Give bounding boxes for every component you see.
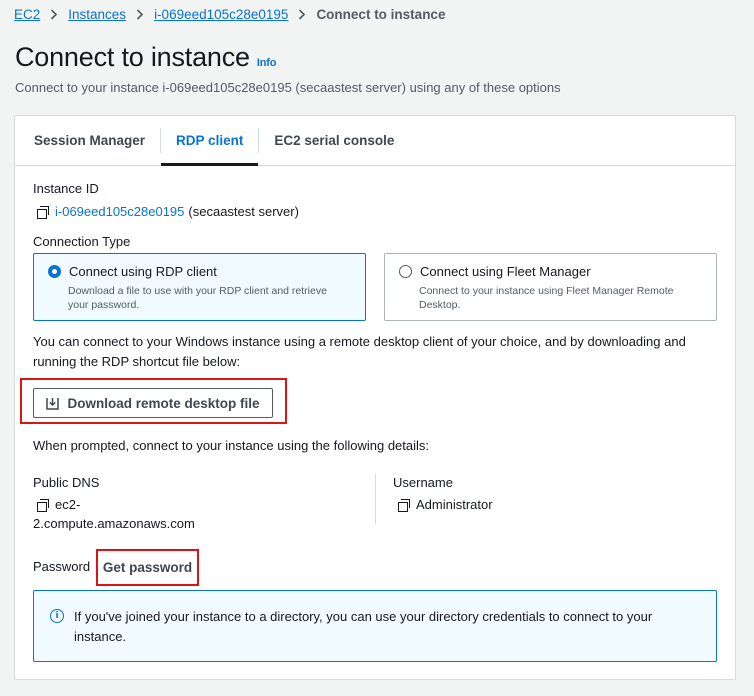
tile-fleet-desc: Connect to your instance using Fleet Man…: [419, 284, 702, 312]
download-remote-desktop-file-button[interactable]: Download remote desktop file: [33, 388, 273, 418]
username-value: Administrator: [398, 497, 493, 512]
instance-id-value: i-069eed105c28e0195 (secaastest server): [37, 204, 299, 219]
tab-rdp-client[interactable]: RDP client: [161, 116, 259, 166]
tab-bar: Session Manager RDP client EC2 serial co…: [15, 116, 735, 166]
page-title: Connect to instance Info: [15, 42, 276, 73]
password-label: Password: [33, 559, 91, 574]
page-subtitle: Connect to your instance i-069eed105c28e…: [15, 80, 561, 95]
instance-id-label: Instance ID: [33, 181, 99, 196]
radio-fleet-manager[interactable]: [399, 265, 412, 278]
radio-rdp-client[interactable]: [48, 265, 61, 278]
tile-rdp-desc-line1: Download a file to use with your RDP cli…: [68, 285, 327, 297]
public-dns-line2: 2.compute.amazonaws.com: [33, 516, 195, 531]
rdp-instructions-line1: You can connect to your Windows instance…: [33, 334, 686, 349]
download-button-label: Download remote desktop file: [67, 395, 260, 411]
public-dns-label: Public DNS: [33, 475, 100, 490]
tile-rdp-client[interactable]: Connect using RDP client Download a file…: [33, 253, 366, 321]
prompted-text: When prompted, connect to your instance …: [33, 438, 430, 453]
copy-icon[interactable]: [398, 498, 410, 512]
rdp-instructions-line2: running the RDP shortcut file below:: [33, 354, 241, 369]
page-title-text: Connect to instance: [15, 42, 250, 72]
breadcrumb: EC2 Instances i-069eed105c28e0195 Connec…: [14, 5, 445, 23]
column-divider: [375, 474, 376, 524]
tab-session-manager[interactable]: Session Manager: [19, 116, 160, 165]
breadcrumb-current: Connect to instance: [316, 6, 446, 22]
info-alert: i If you've joined your instance to a di…: [33, 590, 717, 662]
breadcrumb-instances[interactable]: Instances: [68, 7, 126, 22]
connection-type-label: Connection Type: [33, 234, 131, 249]
public-dns-value: ec2-: [37, 497, 80, 512]
instance-id-link[interactable]: i-069eed105c28e0195: [55, 204, 184, 219]
rdp-instructions: You can connect to your Windows instance…: [33, 332, 713, 372]
breadcrumb-ec2[interactable]: EC2: [14, 7, 40, 22]
instance-name: (secaastest server): [188, 204, 299, 219]
public-dns-line1: ec2-: [55, 497, 81, 512]
info-link[interactable]: Info: [257, 57, 277, 69]
tab-ec2-serial-console[interactable]: EC2 serial console: [259, 116, 409, 165]
tile-fleet-title: Connect using Fleet Manager: [420, 264, 591, 279]
breadcrumb-instance-id[interactable]: i-069eed105c28e0195: [154, 7, 288, 22]
username-label: Username: [393, 475, 453, 490]
username-text: Administrator: [416, 497, 493, 512]
tile-rdp-desc: Download a file to use with your RDP cli…: [68, 284, 351, 312]
download-icon: [46, 397, 60, 410]
copy-icon[interactable]: [37, 498, 49, 512]
chevron-right-icon: [136, 8, 144, 20]
info-icon: i: [50, 609, 64, 623]
tile-rdp-desc-line2: your password.: [68, 299, 140, 311]
get-password-button[interactable]: Get password: [97, 550, 198, 585]
alert-line1: If you've joined your instance to a dire…: [74, 609, 653, 624]
tile-rdp-title: Connect using RDP client: [69, 264, 217, 279]
alert-line2: instance.: [74, 629, 127, 644]
copy-icon[interactable]: [37, 205, 49, 219]
tile-fleet-desc-line1: Connect to your instance using Fleet Man…: [419, 285, 674, 297]
tile-fleet-desc-line2: Desktop.: [419, 299, 461, 311]
chevron-right-icon: [298, 8, 306, 20]
tile-fleet-manager[interactable]: Connect using Fleet Manager Connect to y…: [384, 253, 717, 321]
chevron-right-icon: [50, 8, 58, 20]
connect-panel: Session Manager RDP client EC2 serial co…: [14, 115, 736, 680]
